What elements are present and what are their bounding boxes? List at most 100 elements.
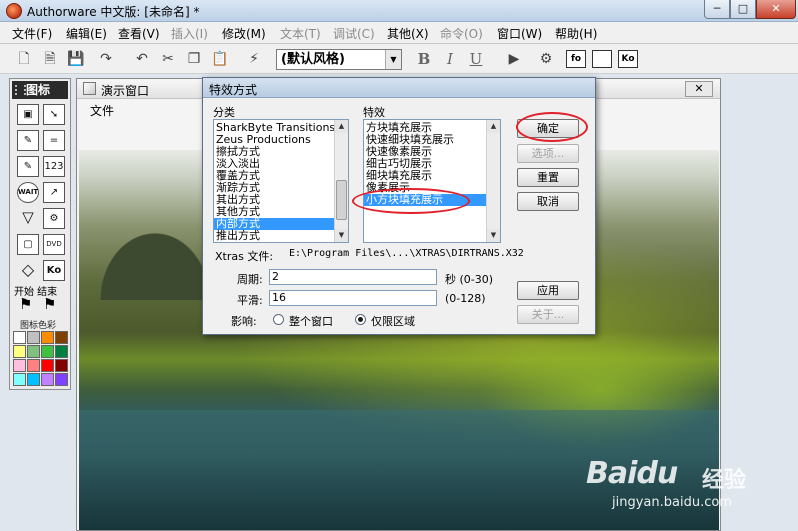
reset-button[interactable]: 重置 (517, 168, 579, 187)
color-swatch[interactable] (41, 373, 54, 386)
color-swatch[interactable] (13, 345, 26, 358)
color-swatch[interactable] (41, 331, 54, 344)
color-swatch[interactable] (27, 359, 40, 372)
presentation-close-button[interactable]: ✕ (685, 81, 713, 97)
color-swatch[interactable] (55, 345, 68, 358)
color-swatch[interactable] (55, 359, 68, 372)
close-button[interactable]: ✕ (756, 0, 796, 19)
underline-button[interactable]: U (466, 49, 486, 69)
chevron-down-icon[interactable]: ▼ (385, 50, 401, 69)
menu-file[interactable]: 文件(F) (12, 25, 52, 42)
color-swatch[interactable] (41, 345, 54, 358)
wait-icon[interactable]: WAIT (17, 182, 39, 203)
options-button[interactable]: 选项... (517, 144, 579, 163)
authorware-app-icon (6, 3, 22, 19)
scroll-down-icon[interactable]: ▼ (335, 229, 348, 242)
scroll-up-icon[interactable]: ▲ (487, 120, 500, 133)
radio-changing-area[interactable] (355, 314, 366, 325)
control-panel-icon[interactable]: ⚙ (536, 49, 556, 69)
find-icon[interactable]: ⚡ (244, 49, 264, 69)
presentation-title: 演示窗口 (101, 84, 150, 98)
italic-button[interactable]: I (440, 49, 460, 69)
icon-palette: 图标 ▣ ➘ ✎ = ✎ 123 WAIT ↗ ▽ ⚙ ▢ DVD ◇ Ko 开… (9, 78, 71, 390)
radio-whole-window[interactable] (273, 314, 284, 325)
interaction-icon[interactable]: ▢ (17, 234, 39, 255)
menu-view[interactable]: 查看(V) (118, 25, 160, 42)
menu-bar: 文件(F) 编辑(E) 查看(V) 插入(I) 修改(M) 文本(T) 调试(C… (0, 22, 798, 44)
icon-color-label: 图标色彩 (20, 321, 57, 331)
period-label: 周期: (237, 273, 263, 286)
functions-icon[interactable]: fo (566, 50, 586, 68)
cancel-button[interactable]: 取消 (517, 192, 579, 211)
color-swatch[interactable] (27, 345, 40, 358)
paste-icon[interactable]: 📋 (210, 49, 230, 69)
color-swatch[interactable] (27, 373, 40, 386)
scroll-up-icon[interactable]: ▲ (335, 120, 348, 133)
effect-scrollbar[interactable]: ▲ ▼ (486, 120, 500, 242)
smooth-input[interactable]: 16 (269, 290, 437, 306)
category-list[interactable]: SharkByte Transitions Zeus Productions 擦… (213, 119, 349, 243)
copy-icon[interactable]: ❐ (184, 49, 204, 69)
icon-color-grid (13, 331, 69, 387)
app-title-bar: Authorware 中文版: [未命名] * ─ □ ✕ (0, 0, 798, 22)
decision-icon[interactable]: ▽ (17, 208, 39, 229)
new-file-icon[interactable]: 🗋 (14, 49, 34, 69)
calculation-icon[interactable]: = (43, 130, 65, 151)
menu-modify[interactable]: 修改(M) (222, 25, 266, 42)
undo-icon[interactable]: ↶ (132, 49, 152, 69)
map-icon[interactable]: 123 (43, 156, 65, 177)
menu-text[interactable]: 文本(T) (280, 25, 321, 42)
open-file-icon[interactable]: 🗎 (40, 49, 60, 69)
about-button[interactable]: 关于... (517, 305, 579, 324)
color-swatch[interactable] (41, 359, 54, 372)
category-scrollbar[interactable]: ▲ ▼ (334, 120, 348, 242)
color-swatch[interactable] (55, 373, 68, 386)
minimize-button[interactable]: ─ (704, 0, 730, 19)
maximize-button[interactable]: □ (730, 0, 756, 19)
presentation-menu-file[interactable]: 文件 (90, 102, 114, 119)
knowledge-objects-icon[interactable]: Ko (618, 50, 638, 68)
style-combo[interactable]: (默认风格) ▼ (276, 49, 402, 70)
color-swatch[interactable] (13, 359, 26, 372)
start-flag-icon[interactable]: ⚑ (19, 297, 32, 312)
save-all-icon[interactable]: 💾 (66, 49, 86, 69)
menu-window[interactable]: 窗口(W) (497, 25, 542, 42)
import-icon[interactable]: ↷ (96, 49, 116, 69)
color-swatch[interactable] (55, 331, 68, 344)
menu-edit[interactable]: 编辑(E) (66, 25, 107, 42)
menu-command[interactable]: 命令(O) (440, 25, 483, 42)
color-swatch[interactable] (13, 373, 26, 386)
edit-icon[interactable]: ✎ (17, 156, 39, 177)
menu-help[interactable]: 帮助(H) (555, 25, 597, 42)
app-title: Authorware 中文版: [未命名] * (27, 5, 200, 19)
xtras-path: E:\Program Files\...\XTRAS\DIRTRANS.X32 (289, 248, 524, 259)
variables-icon[interactable] (592, 50, 612, 68)
menu-debug[interactable]: 调试(C) (333, 25, 375, 42)
apply-button[interactable]: 应用 (517, 281, 579, 300)
motion-icon[interactable]: ➘ (43, 104, 65, 125)
bold-button[interactable]: B (414, 49, 434, 69)
menu-insert[interactable]: 插入(I) (171, 25, 208, 42)
end-flag-icon[interactable]: ⚑ (43, 297, 56, 312)
scroll-thumb[interactable] (336, 180, 347, 220)
smooth-label: 平滑: (237, 294, 263, 307)
navigate-icon[interactable]: ↗ (43, 182, 65, 203)
knowledge-object-icon[interactable]: Ko (43, 260, 65, 281)
cut-icon[interactable]: ✂ (158, 49, 178, 69)
color-swatch[interactable] (13, 331, 26, 344)
category-item[interactable]: 推出方式 (214, 230, 334, 242)
menu-other[interactable]: 其他(X) (387, 25, 429, 42)
display-icon[interactable]: ▣ (17, 104, 39, 125)
effect-list[interactable]: 方块填充展示 快速细块填充展示 快速像素展示 细古巧切展示 细块填充展示 像素展… (363, 119, 501, 243)
color-swatch[interactable] (27, 331, 40, 344)
restart-icon[interactable]: ▶ (504, 49, 524, 69)
scroll-down-icon[interactable]: ▼ (487, 229, 500, 242)
radio-changing-area-label: 仅限区域 (371, 315, 415, 328)
erase-icon[interactable]: ✎ (17, 130, 39, 151)
digital-movie-icon[interactable]: DVD (43, 234, 65, 255)
sound-icon[interactable]: ◇ (17, 260, 39, 281)
xtras-label: Xtras 文件: (215, 250, 274, 263)
period-input[interactable]: 2 (269, 269, 437, 285)
style-combo-value: (默认风格) (281, 52, 345, 67)
framework-icon[interactable]: ⚙ (43, 208, 65, 229)
